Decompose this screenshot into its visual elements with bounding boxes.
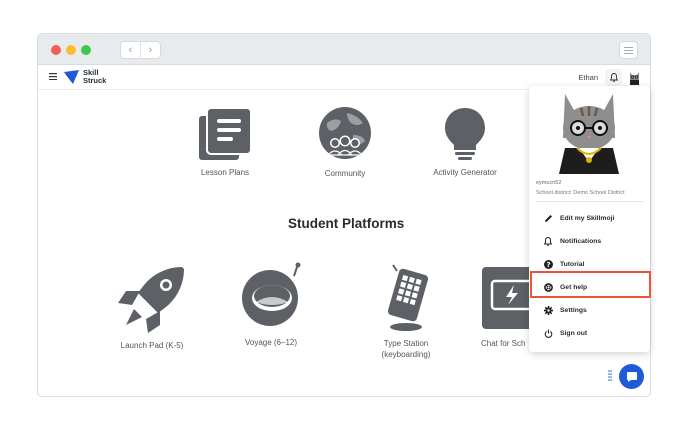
svg-text:?: ? xyxy=(546,261,550,269)
logo-text: Skill Struck xyxy=(83,69,106,85)
menu-item-settings[interactable]: Settings xyxy=(529,300,650,320)
dropdown-divider xyxy=(536,201,644,202)
tile-launch-pad[interactable]: Launch Pad (K-5) xyxy=(112,263,192,351)
minimize-window-button[interactable] xyxy=(66,45,76,55)
menu-item-edit-skillmoji[interactable]: Edit my Skillmoji xyxy=(529,208,650,228)
menu-item-notifications[interactable]: Notifications xyxy=(529,231,650,251)
pencil-icon xyxy=(542,214,554,223)
menu-item-sign-out[interactable]: Sign out xyxy=(529,323,650,343)
dropdown-school: School district: Demo School District xyxy=(536,190,625,196)
globe-people-icon xyxy=(319,107,371,159)
avatar[interactable] xyxy=(627,70,642,85)
helmet-icon xyxy=(242,262,301,326)
logo-line2: Struck xyxy=(83,76,107,85)
lightbulb-icon xyxy=(445,108,485,160)
get-help-highlight xyxy=(530,271,651,298)
menu-item-label: Edit my Skillmoji xyxy=(560,214,615,222)
notifications-button[interactable] xyxy=(605,69,622,86)
chat-launcher-button[interactable] xyxy=(619,364,644,389)
tile-voyage[interactable]: Voyage (6–12) xyxy=(233,262,309,348)
tile-activity-generator[interactable]: Activity Generator xyxy=(420,106,510,178)
chat-bubble-icon xyxy=(626,371,637,382)
logo-mark-icon xyxy=(64,70,79,84)
gear-icon xyxy=(542,305,554,315)
back-button[interactable]: ‹ xyxy=(121,42,141,58)
browser-titlebar: ‹ › xyxy=(38,34,650,65)
tile-label: Lesson Plans xyxy=(200,168,250,177)
username-label: Ethan xyxy=(578,73,598,82)
tile-label: Launch Pad (K-5) xyxy=(120,341,184,350)
browser-nav: ‹ › xyxy=(120,41,161,59)
maximize-window-button[interactable] xyxy=(81,45,91,55)
keyboard-icon xyxy=(387,264,429,331)
menu-lines-icon xyxy=(624,46,633,54)
browser-menu-button[interactable] xyxy=(619,41,638,59)
tile-lesson-plans[interactable]: Lesson Plans xyxy=(190,106,260,178)
menu-item-label: Notifications xyxy=(560,237,602,245)
tile-community[interactable]: Community xyxy=(310,105,380,179)
dropdown-user-id: eymucn52 xyxy=(536,180,562,186)
tile-label: Activity Generator xyxy=(433,168,497,177)
menu-item-label: Tutorial xyxy=(560,260,585,268)
skillmoji-avatar xyxy=(551,86,627,174)
menu-item-label: Sign out xyxy=(560,329,588,337)
tile-label: Community xyxy=(324,169,366,178)
menu-item-label: Settings xyxy=(560,306,587,314)
skillstruck-logo[interactable]: Skill Struck xyxy=(64,69,106,85)
bell-icon xyxy=(609,73,618,82)
power-icon xyxy=(542,329,554,338)
question-icon: ? xyxy=(542,259,554,269)
tile-label: Type Station xyxy=(383,339,429,348)
drag-grip-icon[interactable] xyxy=(608,370,612,382)
close-window-button[interactable] xyxy=(51,45,61,55)
profile-dropdown: eymucn52 School district: Demo School Di… xyxy=(529,86,650,352)
tile-label-2: (keyboarding) xyxy=(381,350,431,359)
tile-type-station[interactable]: Type Station (keyboarding) xyxy=(368,263,444,360)
rocket-icon xyxy=(118,267,184,333)
bell-icon xyxy=(542,236,554,246)
hamburger-menu-icon[interactable] xyxy=(49,73,57,80)
book-icon xyxy=(199,107,252,160)
forward-button[interactable]: › xyxy=(141,42,160,58)
section-title-student-platforms: Student Platforms xyxy=(288,216,405,231)
tile-label: Voyage (6–12) xyxy=(244,338,298,347)
